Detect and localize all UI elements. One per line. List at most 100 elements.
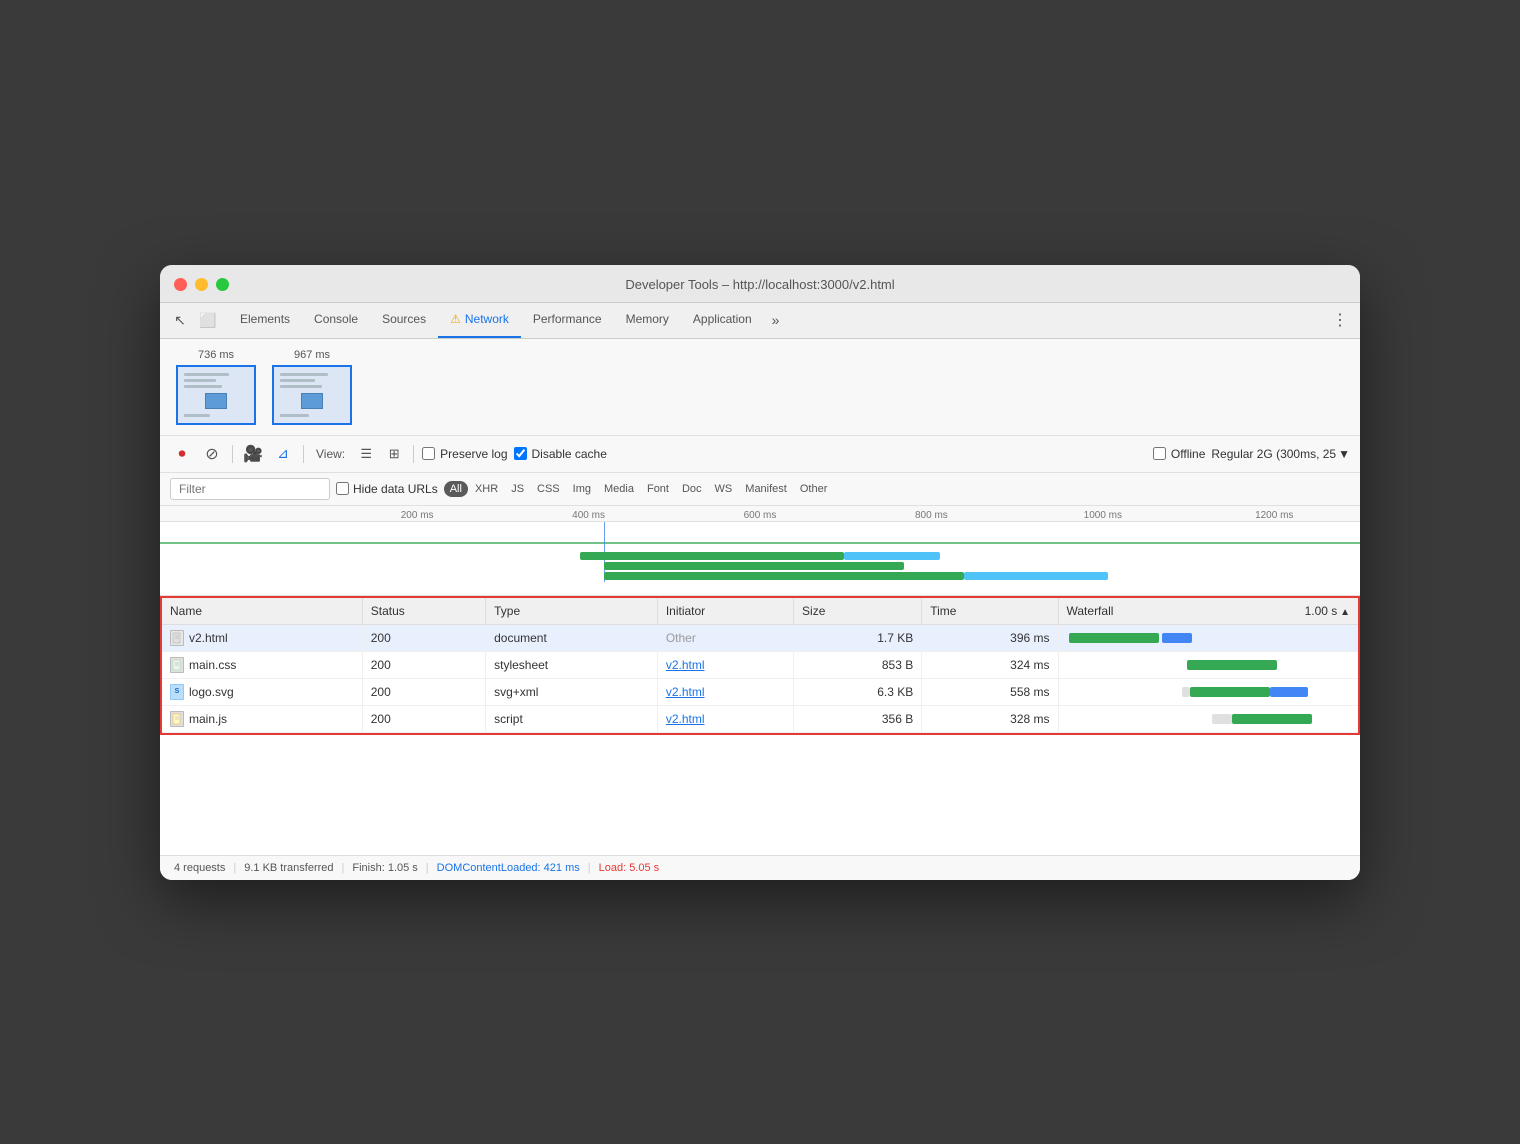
minimize-button[interactable] <box>195 278 208 291</box>
wf-green-bar <box>1190 687 1270 697</box>
cell-type: svg+xml <box>486 678 658 705</box>
cell-name: main.js <box>162 705 362 732</box>
tick-200: 200 ms <box>331 510 502 521</box>
wf-blue-bar <box>1162 633 1192 643</box>
cell-size: 356 B <box>794 705 922 732</box>
cell-type: script <box>486 705 658 732</box>
filmstrip-time-1: 736 ms <box>198 349 234 361</box>
svg-icon: S <box>170 684 184 700</box>
wf-waiting-bar <box>1212 714 1232 724</box>
filter-type-all[interactable]: All <box>444 481 468 497</box>
col-time[interactable]: Time <box>922 598 1058 625</box>
tick-400: 400 ms <box>503 510 674 521</box>
empty-area <box>160 735 1360 855</box>
tab-console[interactable]: Console <box>302 303 370 338</box>
filter-type-font[interactable]: Font <box>641 481 675 497</box>
filter-button[interactable]: ⊿ <box>271 442 295 466</box>
offline-checkbox[interactable]: Offline <box>1153 447 1205 461</box>
tab-network[interactable]: ⚠ Network <box>438 303 521 338</box>
devtools-body: 736 ms 967 ms <box>160 339 1360 855</box>
cell-initiator: Other <box>657 624 793 651</box>
devtools-tab-bar: ↖ ⬜ Elements Console Sources ⚠ Network P… <box>160 303 1360 339</box>
maximize-button[interactable] <box>216 278 229 291</box>
tab-tool-icons: ↖ ⬜ <box>168 308 220 332</box>
tl-bar-maincss <box>604 562 904 570</box>
filter-type-manifest[interactable]: Manifest <box>739 481 793 497</box>
tick-1200: 1200 ms <box>1189 510 1360 521</box>
throttle-select[interactable]: Regular 2G (300ms, 25 ▼ <box>1211 447 1350 461</box>
js-icon <box>170 711 184 727</box>
cursor-icon[interactable]: ↖ <box>168 308 192 332</box>
filter-type-doc[interactable]: Doc <box>676 481 708 497</box>
table-header-row: Name Status Type Initiator Size Time Wat… <box>162 598 1358 625</box>
cell-time: 396 ms <box>922 624 1058 651</box>
tab-sources[interactable]: Sources <box>370 303 438 338</box>
tab-performance[interactable]: Performance <box>521 303 614 338</box>
filter-type-css[interactable]: CSS <box>531 481 566 497</box>
cell-type: document <box>486 624 658 651</box>
close-button[interactable] <box>174 278 187 291</box>
filter-type-media[interactable]: Media <box>598 481 640 497</box>
toolbar-divider-2 <box>303 445 304 463</box>
block-button[interactable]: ⊘ <box>200 442 224 466</box>
col-initiator[interactable]: Initiator <box>657 598 793 625</box>
filter-type-xhr[interactable]: XHR <box>469 481 504 497</box>
wf-green-bar <box>1187 660 1277 670</box>
col-waterfall[interactable]: Waterfall 1.00 s <box>1058 598 1358 625</box>
filmstrip-item-2[interactable]: 967 ms <box>272 349 352 425</box>
wf-blue-bar <box>1270 687 1308 697</box>
camera-button[interactable]: 🎥 <box>241 442 265 466</box>
requests-table: Name Status Type Initiator Size Time Wat… <box>162 598 1358 733</box>
cell-status: 200 <box>362 705 485 732</box>
tab-elements[interactable]: Elements <box>228 303 302 338</box>
preserve-log-checkbox[interactable]: Preserve log <box>422 447 507 461</box>
hide-data-urls-checkbox[interactable]: Hide data URLs <box>336 482 438 496</box>
col-size[interactable]: Size <box>794 598 922 625</box>
filmstrip-time-2: 967 ms <box>294 349 330 361</box>
disable-cache-checkbox[interactable]: Disable cache <box>514 447 607 461</box>
timeline-area: 200 ms 400 ms 600 ms 800 ms 1000 ms 1200… <box>160 506 1360 596</box>
cell-time: 324 ms <box>922 651 1058 678</box>
devtools-menu-button[interactable]: ⋮ <box>1328 308 1352 332</box>
device-icon[interactable]: ⬜ <box>196 308 220 332</box>
tl-bar-logosvg <box>604 572 964 580</box>
cell-initiator: v2.html <box>657 705 793 732</box>
cell-waterfall <box>1058 624 1358 651</box>
tab-application[interactable]: Application <box>681 303 764 338</box>
filter-type-img[interactable]: Img <box>567 481 597 497</box>
cell-time: 328 ms <box>922 705 1058 732</box>
title-bar: Developer Tools – http://localhost:3000/… <box>160 265 1360 303</box>
grouped-view-button[interactable]: ⊞ <box>383 443 405 465</box>
wf-green-bar <box>1069 633 1159 643</box>
table-row[interactable]: main.css 200 stylesheet v2.html 853 B 32… <box>162 651 1358 678</box>
timeline-ruler: 200 ms 400 ms 600 ms 800 ms 1000 ms 1200… <box>160 506 1360 522</box>
record-button[interactable]: ⏺ <box>170 442 194 466</box>
tab-memory[interactable]: Memory <box>614 303 681 338</box>
table-row[interactable]: S logo.svg 200 svg+xml v2.html 6.3 KB 55… <box>162 678 1358 705</box>
cell-name: main.css <box>162 651 362 678</box>
dom-loaded-time: DOMContentLoaded: 421 ms <box>437 862 580 874</box>
requests-count: 4 requests <box>174 862 225 874</box>
list-view-button[interactable]: ☰ <box>355 443 377 465</box>
filter-type-other[interactable]: Other <box>794 481 834 497</box>
cell-status: 200 <box>362 678 485 705</box>
col-status[interactable]: Status <box>362 598 485 625</box>
filter-type-js[interactable]: JS <box>505 481 530 497</box>
more-tabs-button[interactable]: » <box>766 306 786 334</box>
table-row[interactable]: main.js 200 script v2.html 356 B 328 ms <box>162 705 1358 732</box>
cell-waterfall <box>1058 705 1358 732</box>
col-type[interactable]: Type <box>486 598 658 625</box>
filter-type-ws[interactable]: WS <box>709 481 739 497</box>
table-row[interactable]: v2.html 200 document Other 1.7 KB 396 ms <box>162 624 1358 651</box>
filmstrip-thumb-2[interactable] <box>272 365 352 425</box>
view-label: View: <box>316 447 345 461</box>
cell-time: 558 ms <box>922 678 1058 705</box>
wf-green-bar <box>1232 714 1312 724</box>
status-bar: 4 requests | 9.1 KB transferred | Finish… <box>160 855 1360 880</box>
filter-input[interactable] <box>170 478 330 500</box>
cell-waterfall <box>1058 651 1358 678</box>
col-name[interactable]: Name <box>162 598 362 625</box>
tick-1000: 1000 ms <box>1017 510 1188 521</box>
filmstrip-thumb-1[interactable] <box>176 365 256 425</box>
filmstrip-item-1[interactable]: 736 ms <box>176 349 256 425</box>
